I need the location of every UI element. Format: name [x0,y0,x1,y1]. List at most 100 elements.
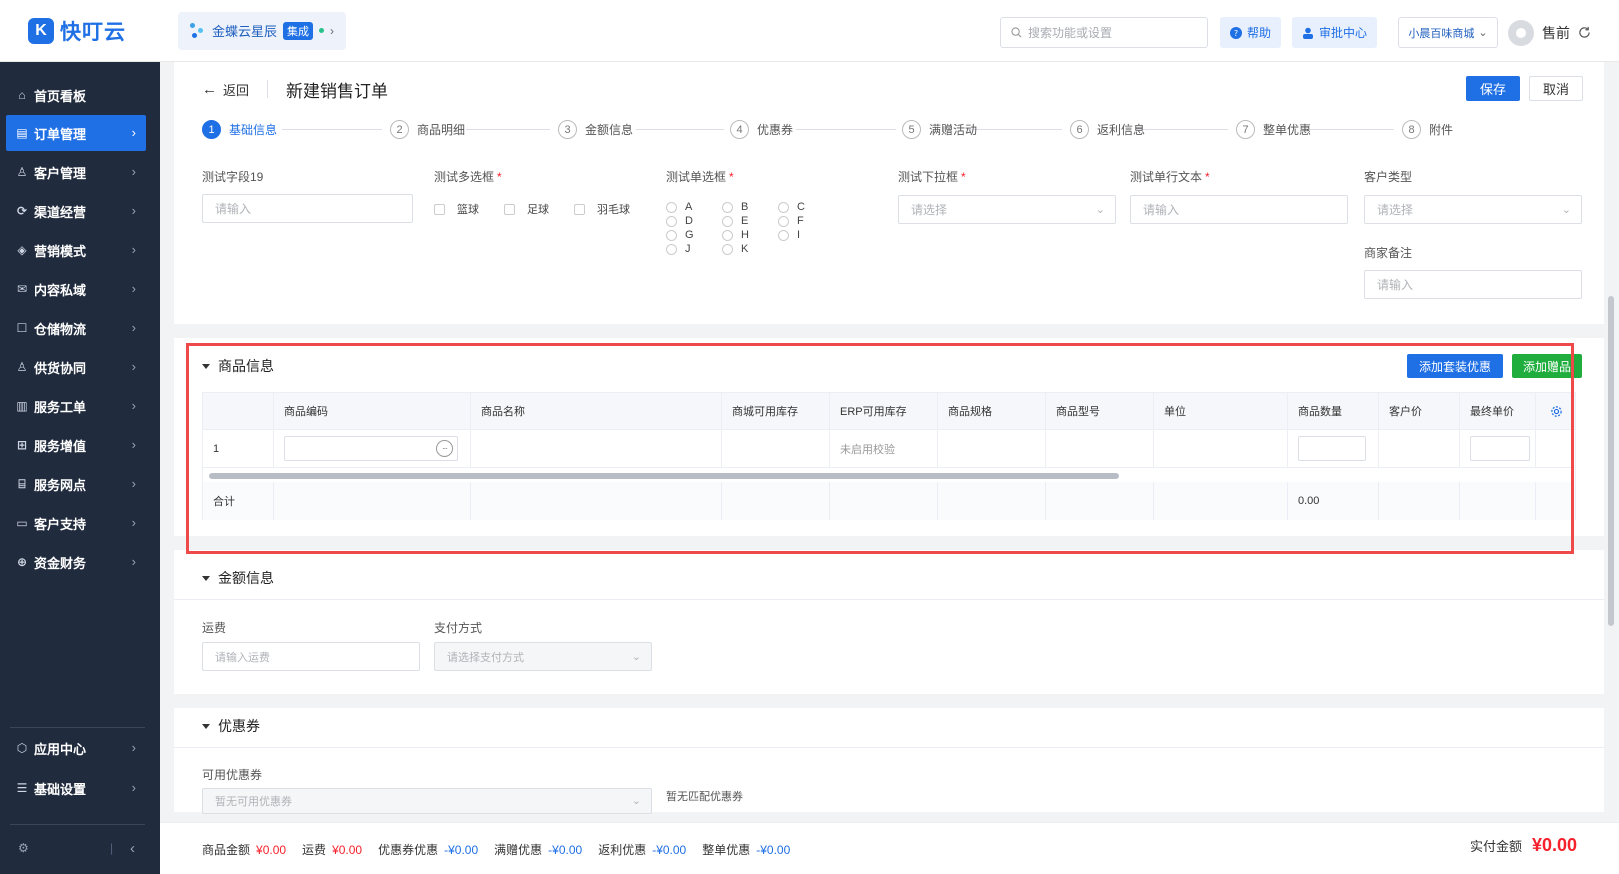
checkbox[interactable] [574,203,585,215]
sidebar-item-supply[interactable]: ♙ 供货协同 › [6,349,146,385]
step-coupon[interactable]: 4 优惠券 [730,120,793,139]
placeholder: 请输入 [215,202,252,216]
radio-k[interactable]: K [722,243,748,255]
placeholder: 请选择 [911,203,948,217]
checkbox-basketball[interactable]: 篮球 [434,201,479,217]
available-coupon-select[interactable]: 暂无可用优惠券 ⌄ [202,788,652,814]
sidebar-item-value-added[interactable]: ⊞ 服务增值 › [6,427,146,463]
checkbox-label: 足球 [527,204,549,216]
logo-mark-icon: K [28,17,54,44]
coupon-section-header[interactable]: 优惠券 [202,716,260,736]
radio-h[interactable]: H [722,229,749,241]
caret-down-icon [202,723,210,729]
sidebar-item-label: 服务增值 [34,438,87,454]
radio[interactable] [778,229,789,241]
step-order-discount[interactable]: 7 整单优惠 [1236,120,1311,139]
merchant-note-input[interactable]: 请输入 [1364,270,1582,299]
customer-type-select[interactable]: 请选择 ⌄ [1364,195,1582,224]
radio-label: K [741,243,749,255]
refresh-icon[interactable] [1578,26,1591,39]
radio[interactable] [722,243,733,255]
radio[interactable] [778,215,789,227]
chevron-right-icon: › [131,554,136,569]
product-switcher[interactable]: 金蝶云星辰 集成 › [178,11,347,50]
freight-input[interactable]: 请输入运费 [202,642,420,671]
amount-section-header[interactable]: 金额信息 [202,568,274,588]
checkbox[interactable] [434,203,445,215]
step-number: 3 [558,120,577,139]
checkbox-badminton[interactable]: 羽毛球 [574,201,630,217]
radio-f[interactable]: F [778,215,804,227]
cancel-button[interactable]: 取消 [1529,76,1583,101]
vertical-scrollbar[interactable] [1608,296,1614,626]
sidebar-item-warehouse[interactable]: ☐ 仓储物流 › [6,310,146,346]
sidebar-item-marketing[interactable]: ◈ 营销模式 › [6,232,146,268]
supplier-icon: ♙ [16,360,28,374]
radio[interactable] [666,215,677,227]
radio[interactable] [722,215,733,227]
payment-method-select[interactable]: 请选择支付方式 ⌄ [434,642,652,671]
checkbox[interactable] [504,203,515,215]
search-input[interactable] [1028,25,1198,40]
avatar[interactable] [1508,19,1534,46]
step-amount-info[interactable]: 3 金额信息 [558,120,633,139]
step-product-detail[interactable]: 2 商品明细 [390,120,465,139]
store-select[interactable]: 小晨百味商城 ⌄ [1398,17,1498,48]
sidebar-item-finance[interactable]: ⊕ 资金财务 › [6,544,146,580]
global-search[interactable] [1000,17,1208,48]
test-field-19-input[interactable]: 请输入 [202,194,413,223]
sidebar-item-orders[interactable]: ▤ 订单管理 › [6,115,146,151]
checkbox-football[interactable]: 足球 [504,201,549,217]
sidebar-item-app-center[interactable]: ⬡ 应用中心 › [6,730,146,766]
back-button[interactable]: ← 返回 [202,80,249,99]
step-basic-info[interactable]: 1 基础信息 [202,120,277,139]
chevron-right-icon: › [131,740,136,755]
radio-c[interactable]: C [778,201,805,213]
radio[interactable] [666,229,677,241]
step-navigator: 1 基础信息 2 商品明细 3 金额信息 4 优惠券 5 满赠活动 6 返利信息… [202,120,1562,146]
radio-j[interactable]: J [666,243,691,255]
product-dots-icon [190,22,206,39]
sidebar-item-dashboard[interactable]: ⌂ 首页看板 [6,77,146,113]
sidebar-item-outlets[interactable]: ⌸ 服务网点 › [6,466,146,502]
sidebar-item-label: 渠道经营 [34,204,87,220]
gear-icon[interactable]: ⚙ [18,841,29,855]
help-button[interactable]: ? 帮助 [1220,17,1282,48]
chevron-right-icon: › [131,780,136,795]
step-number: 2 [390,120,409,139]
save-button[interactable]: 保存 [1466,76,1520,101]
radio-d[interactable]: D [666,215,693,227]
radio-i[interactable]: I [778,229,800,241]
app-logo[interactable]: K 快叮云 [0,0,160,62]
user-icon: ♙ [16,165,28,179]
approval-center-button[interactable]: 审批中心 [1292,17,1378,48]
sidebar-footer: ⚙ | ‹ [0,828,160,868]
section-gap [174,324,1604,338]
collapse-sidebar-icon[interactable]: ‹ [130,840,135,857]
radio-e[interactable]: E [722,215,748,227]
sidebar-item-tickets[interactable]: ▥ 服务工单 › [6,388,146,424]
step-gift-activity[interactable]: 5 满赠活动 [902,120,977,139]
radio-a[interactable]: A [666,201,692,213]
radio-g[interactable]: G [666,229,694,241]
sidebar-item-content[interactable]: ✉ 内容私域 › [6,271,146,307]
sidebar-item-settings[interactable]: ☰ 基础设置 › [6,770,146,806]
step-rebate[interactable]: 6 返利信息 [1070,120,1145,139]
sidebar-item-channels[interactable]: ⟳ 渠道经营 › [6,193,146,229]
radio-b[interactable]: B [722,201,748,213]
section-gap [174,694,1604,708]
radio[interactable] [666,243,677,255]
radio[interactable] [666,201,677,213]
radio[interactable] [722,229,733,241]
freight-label: 运费 [302,843,327,857]
sidebar-item-support[interactable]: ▭ 客户支持 › [6,505,146,541]
step-attachments[interactable]: 8 附件 [1402,120,1453,139]
user-menu[interactable]: 售前 [1508,17,1591,48]
test-dropdown-select[interactable]: 请选择 ⌄ [898,195,1116,224]
field-label: 客户类型 [1364,170,1413,184]
product-name: 金蝶云星辰 [212,24,278,39]
sidebar-item-customers[interactable]: ♙ 客户管理 › [6,154,146,190]
test-text-input[interactable]: 请输入 [1130,195,1348,224]
radio[interactable] [778,201,789,213]
radio[interactable] [722,201,733,213]
